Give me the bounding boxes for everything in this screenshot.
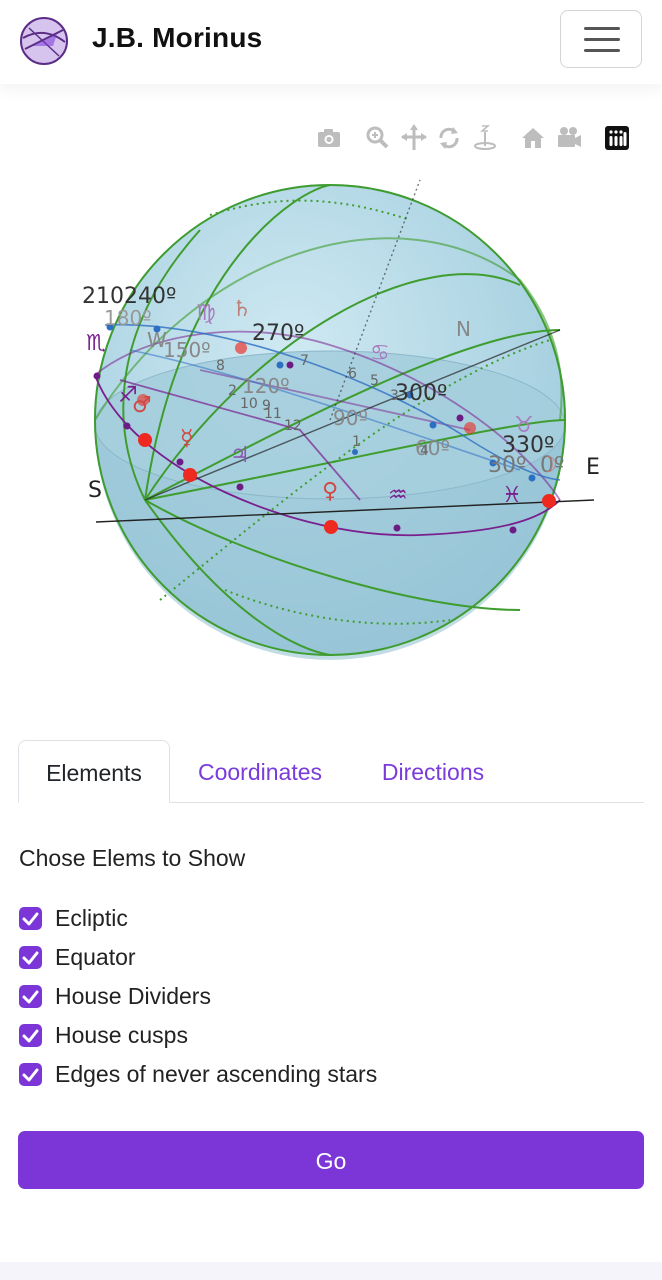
svg-text:♓: ♓: [502, 483, 522, 508]
menu-toggle-button[interactable]: [560, 10, 642, 68]
svg-text:4: 4: [420, 443, 429, 459]
panel-tabs: Elements Coordinates Directions: [18, 740, 644, 803]
plotly-logo-icon[interactable]: [604, 124, 630, 152]
svg-text:♀: ♀: [322, 479, 338, 504]
celestial-sphere-plot[interactable]: 210 240º 270º 300º 330º 30º 0º 150º 120º…: [60, 160, 620, 680]
option-label: Edges of never ascending stars: [55, 1061, 378, 1087]
option-label: House Dividers: [55, 983, 211, 1009]
svg-text:♃: ♃: [230, 443, 250, 468]
svg-text:♄: ♄: [232, 297, 252, 322]
svg-text:♒: ♒: [388, 483, 408, 508]
svg-text:7: 7: [300, 353, 309, 369]
checkbox-equator[interactable]: [19, 946, 42, 969]
direction-label-south: S: [88, 478, 102, 503]
top-navbar: J.B. Morinus: [0, 0, 662, 84]
checkmark-icon: [22, 990, 39, 1004]
checkmark-icon: [22, 1029, 39, 1043]
svg-text:12: 12: [284, 418, 302, 434]
checkmark-icon: [22, 1068, 39, 1082]
morinus-logo-icon[interactable]: [19, 16, 69, 66]
camera-icon[interactable]: [316, 124, 342, 152]
option-label: House cusps: [55, 1022, 188, 1048]
reset-home-icon[interactable]: [520, 124, 546, 152]
svg-text:♍: ♍: [196, 301, 216, 326]
checkmark-icon: [22, 912, 39, 926]
direction-label-east: E: [586, 455, 600, 480]
svg-text:6: 6: [348, 366, 357, 382]
brand-title[interactable]: J.B. Morinus: [92, 22, 262, 54]
go-button[interactable]: Go: [18, 1131, 644, 1189]
svg-text:♏: ♏: [86, 331, 106, 356]
checkbox-never-ascending-edges[interactable]: [19, 1063, 42, 1086]
degree-label-180: 180º: [104, 306, 152, 330]
reset-camera-icon[interactable]: [556, 124, 582, 152]
degree-label-270: 270º: [252, 321, 304, 346]
svg-text:☽: ☽: [538, 453, 558, 478]
svg-text:1: 1: [352, 434, 361, 450]
option-label: Ecliptic: [55, 905, 128, 931]
footer-strip: [0, 1262, 662, 1280]
degree-label-150: 150º: [163, 338, 211, 362]
direction-label-west: W: [147, 328, 167, 352]
svg-text:8: 8: [216, 358, 225, 374]
pan-icon[interactable]: [401, 124, 427, 152]
plot-modebar: [0, 124, 662, 154]
svg-text:10: 10: [240, 396, 258, 412]
zoom-icon[interactable]: [364, 124, 390, 152]
svg-text:♂: ♂: [132, 393, 152, 418]
tab-elements[interactable]: Elements: [18, 740, 170, 803]
degree-label-300: 300º: [395, 381, 447, 406]
hamburger-menu-icon: [584, 27, 620, 30]
svg-text:11: 11: [264, 406, 282, 422]
svg-text:2: 2: [228, 383, 237, 399]
option-label: Equator: [55, 944, 136, 970]
tab-directions[interactable]: Directions: [358, 740, 508, 802]
hamburger-menu-icon: [584, 38, 620, 41]
svg-text:♋: ♋: [370, 341, 390, 366]
checkbox-ecliptic[interactable]: [19, 907, 42, 930]
degree-label-90: 90º: [333, 406, 368, 430]
svg-text:3: 3: [390, 388, 399, 404]
checkmark-icon: [22, 951, 39, 965]
degree-label-30: 30º: [488, 453, 526, 478]
tab-coordinates[interactable]: Coordinates: [180, 740, 340, 802]
svg-text:5: 5: [370, 373, 379, 389]
hamburger-menu-icon: [584, 49, 620, 52]
svg-text:☿: ☿: [180, 426, 194, 451]
svg-text:♉: ♉: [514, 413, 534, 438]
panel-title: Chose Elems to Show: [19, 845, 246, 871]
checkbox-house-cusps[interactable]: [19, 1024, 42, 1047]
direction-label-north: N: [456, 317, 471, 341]
turntable-rotation-icon[interactable]: [472, 124, 498, 152]
checkbox-house-dividers[interactable]: [19, 985, 42, 1008]
degree-label-120: 120º: [242, 374, 290, 398]
orbit-rotation-icon[interactable]: [436, 124, 462, 152]
